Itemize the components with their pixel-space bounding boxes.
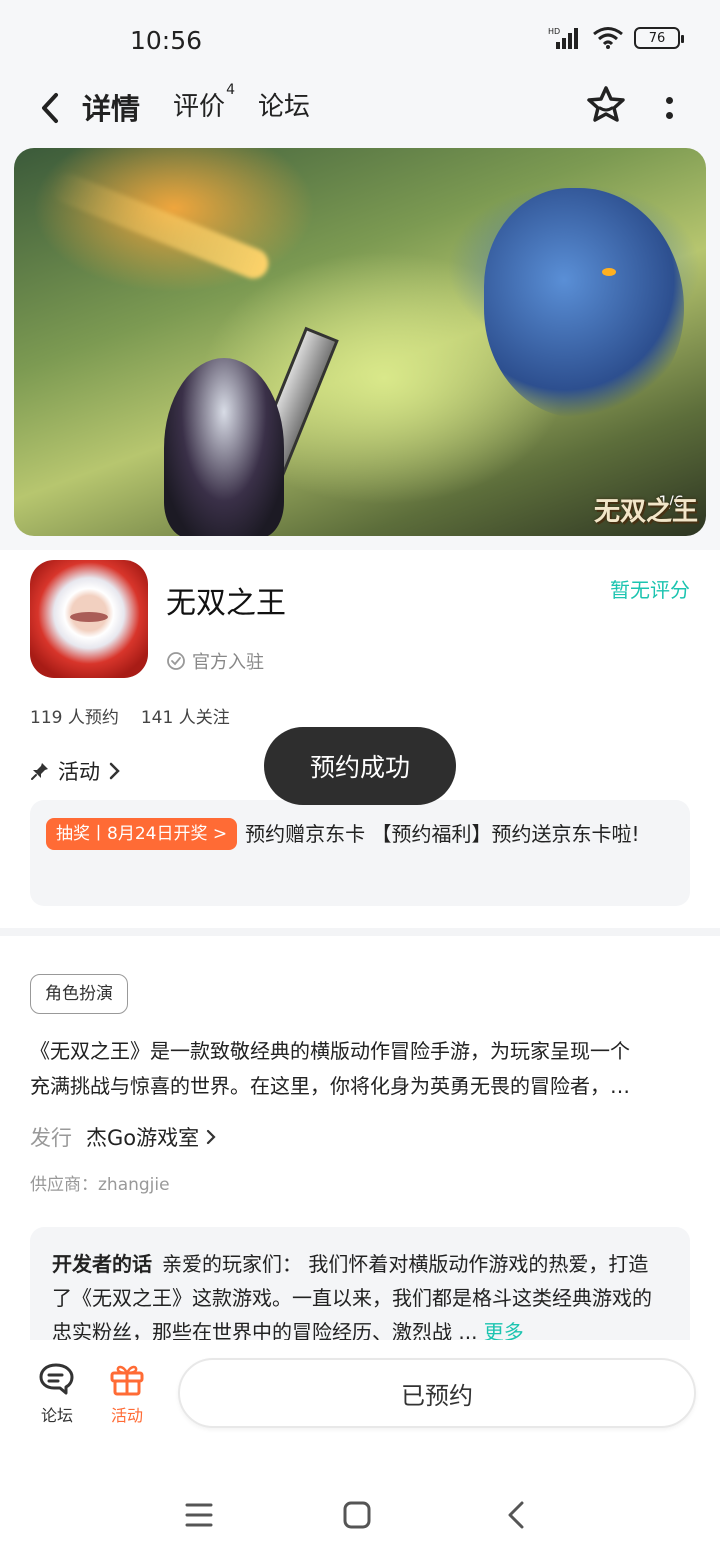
dragon-eye (602, 268, 616, 276)
wifi-icon (593, 27, 623, 49)
signal-icon: HD (548, 27, 578, 49)
bottom-action-bar: 论坛 活动 已预约 (0, 1340, 720, 1450)
follower-count: 141 人关注 (140, 708, 230, 728)
top-navigation: 详情 评价 4 论坛 (0, 80, 720, 146)
activity-link[interactable]: 活动 (30, 756, 122, 786)
system-navigation-bar (0, 1470, 720, 1560)
reservation-count: 119 人预约 (30, 708, 119, 728)
chevron-right-icon (109, 762, 120, 780)
lottery-tag[interactable]: 抽奖丨8月24日开奖 > (46, 817, 238, 850)
description-line: 《无双之王》是一款致敬经典的横版动作冒险手游，为玩家呈现一个 (30, 1039, 630, 1063)
tab-detail[interactable]: 详情 (80, 86, 142, 128)
app-icon (30, 560, 148, 678)
status-time: 10:56 (130, 26, 203, 55)
app-stats: 119 人预约 141 人关注 (30, 703, 230, 728)
more-options-button[interactable] (656, 88, 682, 128)
tab-detail-label: 详情 (82, 92, 141, 126)
activity-label: 活动 (58, 760, 100, 784)
back-arrow-icon (42, 93, 58, 123)
menu-icon[interactable] (184, 1500, 214, 1530)
official-badge: 官方入驻 (166, 648, 264, 674)
more-dot-icon (665, 112, 673, 119)
tab-forum[interactable]: 论坛 (258, 86, 310, 123)
game-description[interactable]: 《无双之王》是一款致敬经典的横版动作冒险手游，为玩家呈现一个 充满挑战与惊喜的世… (30, 1034, 692, 1104)
app-name: 无双之王 (166, 586, 286, 621)
forum-button[interactable]: 论坛 (27, 1362, 87, 1426)
review-count-badge: 4 (226, 82, 236, 98)
activity-card[interactable]: 抽奖丨8月24日开奖 > 预约赠京东卡 【预约福利】预约送京东卡啦! (30, 800, 690, 906)
forum-label: 论坛 (40, 1406, 73, 1425)
description-line: 充满挑战与惊喜的世界。在这里，你将化身为英勇无畏的冒险者，… (30, 1074, 630, 1098)
reserved-button[interactable]: 已预约 (178, 1358, 696, 1428)
developer-note-title: 开发者的话 (52, 1252, 152, 1276)
genre-tag[interactable]: 角色扮演 (30, 974, 128, 1014)
tab-forum-label: 论坛 (258, 92, 311, 122)
back-button[interactable] (30, 88, 70, 128)
official-label: 官方入驻 (192, 652, 264, 673)
publisher-label: 发行 (30, 1126, 72, 1150)
fire-streak (48, 169, 273, 284)
svg-text:HD: HD (548, 27, 560, 36)
activity-button[interactable]: 活动 (97, 1362, 157, 1426)
gift-icon (110, 1365, 144, 1396)
developer-note[interactable]: 开发者的话 亲爱的玩家们： 我们怀着对横版动作游戏的热爱，打造了《无双之王》这款游… (30, 1227, 690, 1347)
battery-level: 76 (648, 30, 666, 46)
supplier-text: 供应商：zhangjie (30, 1175, 170, 1195)
pin-icon (31, 763, 48, 780)
publisher-name: 杰Go游戏室 (86, 1126, 200, 1150)
toast-message: 预约成功 (264, 727, 456, 805)
activity-tab-label: 活动 (110, 1406, 143, 1425)
publisher-link[interactable]: 发行 杰Go游戏室 (30, 1122, 217, 1152)
home-icon[interactable] (342, 1500, 372, 1530)
section-divider (0, 928, 720, 936)
activity-text: 预约赠京东卡 【预约福利】预约送京东卡啦! (245, 822, 640, 846)
more-dot-icon (665, 97, 673, 104)
banner-logo: 无双之王 (593, 497, 698, 527)
favorite-button[interactable] (585, 84, 627, 126)
check-circle-icon (167, 652, 185, 670)
star-icon (587, 86, 625, 122)
screenshot-carousel[interactable]: 1/6 无双之王 (14, 148, 706, 536)
chat-bubble-icon (39, 1363, 74, 1395)
rating-text: 暂无评分 (610, 578, 690, 602)
status-bar: 10:56 HD 76 (0, 0, 720, 80)
tab-review[interactable]: 评价 4 (173, 82, 235, 123)
status-icons: HD 76 (548, 26, 684, 50)
chevron-right-icon (207, 1129, 216, 1145)
tab-review-label: 评价 (173, 92, 226, 122)
back-nav-icon[interactable] (502, 1500, 532, 1530)
hero-artwork (164, 358, 284, 536)
dragon-artwork (484, 188, 684, 418)
battery-icon: 76 (634, 27, 684, 49)
